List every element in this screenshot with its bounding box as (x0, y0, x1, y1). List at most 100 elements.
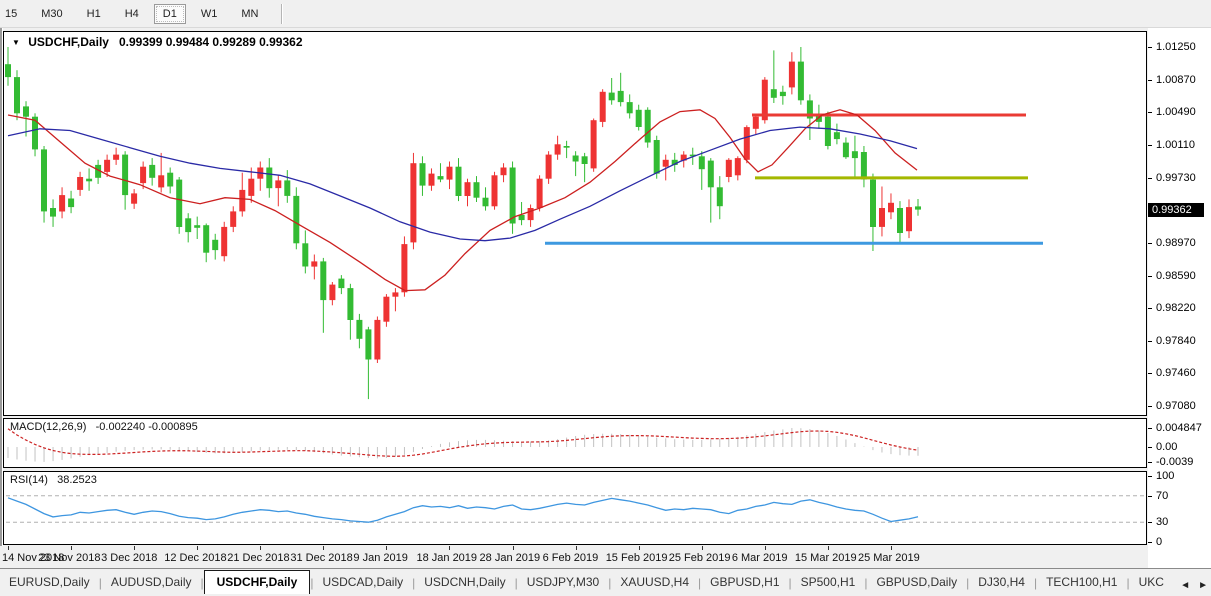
timeframe-button-d1[interactable]: D1 (153, 3, 186, 24)
date-label: 21 Dec 2018 (227, 552, 290, 564)
axis-tick (1148, 447, 1152, 448)
symbol-dropdown-icon[interactable]: ▼ (12, 38, 20, 47)
timeframe-button-h4[interactable]: H4 (116, 4, 148, 24)
price-chart-panel[interactable]: ▼ USDCHF,Daily 0.99399 0.99484 0.99289 0… (3, 31, 1147, 416)
tab-usdcnh-daily[interactable]: USDCNH,Daily (415, 571, 514, 594)
date-tick (260, 546, 262, 550)
toolbar-separator (281, 3, 284, 24)
date-label: 28 Jan 2019 (479, 552, 541, 564)
date-tick (764, 546, 766, 550)
rsi-panel[interactable]: RSI(14) 38.2523 (3, 471, 1147, 545)
rsi-chart[interactable] (4, 472, 1146, 544)
date-label: 12 Dec 2018 (164, 552, 227, 564)
price-axis-label: 1.00110 (1156, 139, 1195, 152)
date-tick (449, 546, 451, 550)
chart-title: ▼ USDCHF,Daily 0.99399 0.99484 0.99289 0… (12, 35, 303, 49)
axis-tick (1148, 476, 1152, 477)
axis-tick (1148, 542, 1152, 543)
axis-tick (1148, 427, 1152, 429)
tab-gbpusd-h1[interactable]: GBPUSD,H1 (701, 571, 788, 594)
macd-panel[interactable]: MACD(12,26,9) -0.002240 -0.000895 (3, 418, 1147, 468)
price-axis-label: 1.00490 (1156, 106, 1196, 119)
date-label: 25 Feb 2019 (668, 552, 731, 564)
date-label: 6 Feb 2019 (542, 552, 599, 564)
chart-window: ▼ USDCHF,Daily 0.99399 0.99484 0.99289 0… (0, 28, 1211, 596)
candlestick-chart[interactable] (4, 32, 1146, 415)
price-axis-label: 0.99730 (1156, 171, 1196, 184)
rsi-axis-label: 100 (1156, 470, 1175, 482)
date-tick (701, 546, 703, 550)
date-tick (575, 546, 577, 550)
date-tick (71, 546, 73, 550)
date-label: 9 Jan 2019 (353, 552, 408, 564)
timeframe-toolbar: 15 M30 H1 H4 D1 W1 MN (0, 0, 1211, 28)
price-axis-label: 0.98590 (1156, 270, 1196, 282)
tab-scroll-buttons: ◄ ► (1180, 580, 1208, 591)
date-tick (638, 546, 640, 550)
price-axis: 1.01250 1.00870 1.00490 1.00110 0.99730 0.989… (1148, 28, 1211, 568)
macd-axis-label: -0.0039 (1156, 456, 1194, 469)
timeframe-button-15[interactable]: 15 (0, 4, 26, 24)
price-axis-label: 0.98220 (1156, 301, 1196, 314)
axis-tick (1148, 522, 1152, 524)
rsi-axis-label: 70 (1156, 489, 1169, 502)
tab-usdcad-daily[interactable]: USDCAD,Daily (313, 571, 412, 594)
date-tick (827, 546, 829, 550)
axis-tick (1148, 406, 1152, 407)
rsi-label: RSI(14) 38.2523 (10, 474, 97, 486)
axis-tick (1148, 373, 1152, 375)
timeframe-button-w1[interactable]: W1 (192, 4, 227, 24)
axis-tick (1148, 243, 1152, 245)
macd-axis-label: 0.004847 (1156, 421, 1202, 434)
axis-tick (1148, 79, 1152, 81)
chart-ohlc-values: 0.99399 0.99484 0.99289 0.99362 (118, 35, 303, 49)
current-price-tag: 0.99362 (1148, 202, 1204, 217)
timeframe-button-m30[interactable]: M30 (32, 4, 71, 24)
tab-tech100-h1[interactable]: TECH100,H1 (1037, 571, 1126, 594)
date-label: 18 Jan 2019 (416, 552, 478, 564)
axis-tick (1148, 307, 1152, 309)
date-tick (197, 546, 199, 550)
axis-tick (1148, 47, 1152, 48)
macd-axis-label: 0.00 (1156, 441, 1178, 453)
price-axis-label: 0.97080 (1156, 400, 1196, 412)
time-axis: 14 Nov 2018 23 Nov 2018 3 Dec 2018 12 Dec 2… (0, 546, 1148, 568)
tab-ukc[interactable]: UKC (1130, 571, 1173, 594)
price-axis-label: 1.00870 (1156, 73, 1196, 86)
tab-gbpusd-daily[interactable]: GBPUSD,Daily (867, 571, 966, 594)
axis-tick (1148, 145, 1152, 147)
axis-tick (1148, 340, 1152, 342)
price-axis-label: 0.98970 (1156, 237, 1196, 250)
tab-xauusd-h4[interactable]: XAUUSD,H4 (611, 571, 698, 594)
price-axis-label: 0.97460 (1156, 367, 1196, 380)
date-label: 23 Nov 2018 (38, 552, 101, 564)
tab-eurusd-daily[interactable]: EURUSD,Daily (0, 571, 99, 594)
tab-usdjpy-m30[interactable]: USDJPY,M30 (518, 571, 608, 594)
axis-tick (1148, 177, 1152, 179)
tab-usdchf-daily[interactable]: USDCHF,Daily (203, 570, 311, 594)
macd-label: MACD(12,26,9) -0.002240 -0.000895 (10, 421, 198, 433)
rsi-axis-label: 30 (1156, 516, 1169, 529)
tab-audusd-daily[interactable]: AUDUSD,Daily (102, 571, 201, 594)
date-tick (890, 546, 892, 550)
axis-tick (1148, 495, 1152, 497)
date-label: 31 Dec 2018 (290, 552, 353, 564)
date-label: 15 Mar 2019 (794, 552, 857, 564)
chart-tabs: EURUSD,Daily | AUDUSD,Daily | USDCHF,Daily | U… (0, 568, 1211, 594)
axis-tick (1148, 112, 1152, 114)
date-label: 6 Mar 2019 (731, 552, 788, 564)
date-tick (386, 546, 388, 550)
date-label: 15 Feb 2019 (605, 552, 668, 564)
tab-scroll-left-icon[interactable]: ◄ (1180, 580, 1190, 591)
date-tick (512, 546, 514, 550)
timeframe-button-mn[interactable]: MN (232, 4, 267, 24)
date-tick (323, 546, 325, 550)
timeframe-button-h1[interactable]: H1 (78, 4, 110, 24)
tab-dj30-h4[interactable]: DJ30,H4 (969, 571, 1034, 594)
rsi-value: 38.2523 (57, 474, 97, 486)
tab-scroll-right-icon[interactable]: ► (1198, 580, 1208, 591)
date-tick (8, 546, 9, 550)
tab-sp500-h1[interactable]: SP500,H1 (792, 571, 865, 594)
date-label: 25 Mar 2019 (857, 552, 920, 564)
date-tick (134, 546, 136, 550)
